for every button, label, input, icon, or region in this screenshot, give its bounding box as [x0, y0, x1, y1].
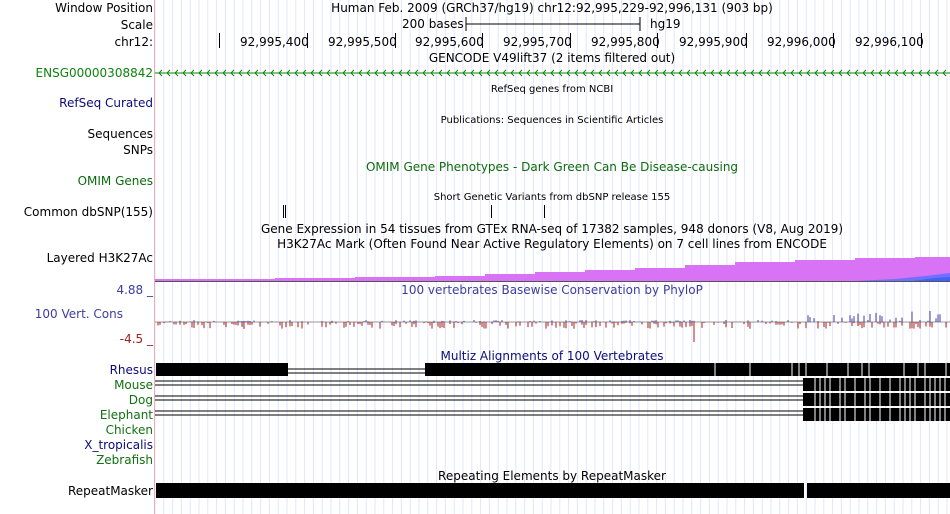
repeat-track-title[interactable]: Repeating Elements by RepeatMasker	[438, 469, 666, 483]
snp-mark	[285, 205, 286, 218]
species-label-mouse[interactable]: Mouse	[114, 378, 153, 392]
ruler-position-label: 92,996,100	[855, 35, 924, 49]
ruler-position-label: 92,996,000	[767, 35, 836, 49]
ruler-position-label: 92,995,800	[591, 35, 660, 49]
rhesus-block	[156, 363, 288, 376]
snps-label[interactable]: SNPs	[123, 143, 153, 157]
repeat-element	[156, 483, 804, 498]
snp-mark	[283, 205, 284, 218]
multiz-track-title[interactable]: Multiz Alignments of 100 Vertebrates	[440, 349, 663, 363]
dbsnp-features[interactable]	[0, 205, 950, 219]
species-label-zebrafish[interactable]: Zebrafish	[96, 453, 153, 467]
h3k27-magenta-layer	[155, 257, 950, 282]
ruler-tick	[219, 33, 220, 48]
cons-min-label: -4.5 _	[119, 332, 153, 346]
repeat-label[interactable]: RepeatMasker	[68, 484, 153, 498]
h3k27ac-signal[interactable]	[155, 255, 950, 283]
species-label-elephant[interactable]: Elephant	[100, 408, 153, 422]
gencode-item-label[interactable]: ENSG00000308842	[36, 66, 153, 80]
species-label-rhesus[interactable]: Rhesus	[110, 363, 153, 377]
h3k27-track-title[interactable]: H3K27Ac Mark (Often Found Near Active Re…	[277, 237, 827, 251]
ruler-position-label: 92,995,500	[328, 35, 397, 49]
ruler-position-label: 92,995,700	[503, 35, 572, 49]
gencode-track-title[interactable]: GENCODE V49lift37 (2 items filtered out)	[429, 51, 675, 65]
position-ruler[interactable]: 92,995,400 92,995,500 92,995,600 92,995,700…	[0, 33, 950, 51]
refseq-label[interactable]: RefSeq Curated	[59, 96, 153, 110]
gencode-gene-model[interactable]	[155, 66, 950, 80]
ruler-position-label: 92,995,400	[240, 35, 309, 49]
omim-track-title[interactable]: OMIM Gene Phenotypes - Dark Green Can Be…	[366, 160, 738, 174]
multiz-alignments[interactable]	[155, 362, 950, 472]
ruler-position-label: 92,995,900	[679, 35, 748, 49]
cons-max-label: 4.88 _	[116, 283, 153, 297]
refseq-track-title[interactable]: RefSeq genes from NCBI	[491, 84, 613, 95]
repeat-element	[807, 483, 950, 498]
sequences-label[interactable]: Sequences	[88, 127, 153, 141]
omim-label[interactable]: OMIM Genes	[78, 174, 153, 188]
species-label-chicken[interactable]: Chicken	[106, 423, 153, 437]
scale-assembly: hg19	[650, 17, 681, 31]
rhesus-block	[425, 363, 950, 376]
repeatmasker-features[interactable]	[155, 483, 950, 499]
snp-mark	[491, 205, 492, 218]
gtex-track-title[interactable]: Gene Expression in 54 tissues from GTEx …	[261, 222, 843, 236]
dbsnp-track-title[interactable]: Short Genetic Variants from dbSNP releas…	[434, 192, 671, 203]
cons-label[interactable]: 100 Vert. Cons	[35, 307, 123, 321]
species-label-x-tropicalis[interactable]: X_tropicalis	[84, 438, 153, 452]
publications-track-title[interactable]: Publications: Sequences in Scientific Ar…	[441, 115, 664, 126]
phylop-wiggle[interactable]	[155, 295, 950, 350]
species-label-dog[interactable]: Dog	[129, 393, 153, 407]
h3k27-label[interactable]: Layered H3K27Ac	[47, 251, 153, 265]
ruler-position-label: 92,995,600	[415, 35, 484, 49]
snp-mark	[544, 205, 545, 218]
